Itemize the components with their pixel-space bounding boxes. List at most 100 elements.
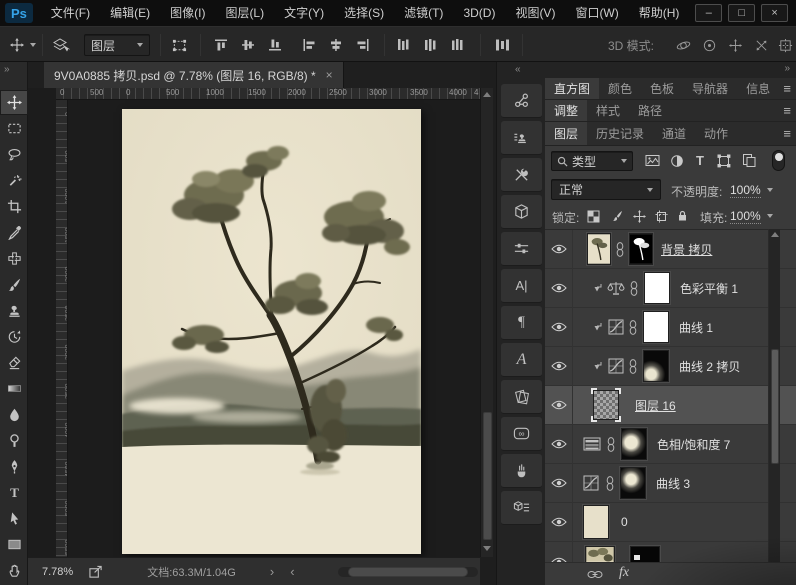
type-tool[interactable]: T [0, 480, 28, 505]
layer-mask-thumbnail[interactable] [620, 467, 646, 499]
menu-select[interactable]: 选择(S) [334, 0, 394, 26]
distribute-top-edges-icon[interactable] [396, 27, 410, 63]
clone-stamp-tool[interactable] [0, 298, 28, 323]
mask-link-icon[interactable] [629, 358, 637, 374]
panel-icon-character[interactable]: A| [501, 269, 542, 303]
layers-scrollbar[interactable] [768, 229, 780, 562]
tab-color[interactable]: 颜色 [599, 78, 641, 99]
eyedropper-tool[interactable] [0, 220, 28, 245]
layer-mask-thumbnail[interactable] [643, 350, 669, 382]
mask-link-icon[interactable] [607, 436, 615, 452]
layer-row[interactable]: 曲线 2 拷贝 [545, 346, 796, 386]
panel-icon-brush-settings[interactable] [501, 232, 542, 266]
layer-row[interactable]: 背景 拷贝 [545, 230, 796, 269]
blend-mode-dropdown[interactable]: 正常 [551, 179, 661, 200]
visibility-toggle[interactable] [545, 307, 573, 347]
hand-tool[interactable] [0, 558, 28, 583]
fill-value[interactable]: 100% [730, 209, 761, 224]
canvas-vscroll-thumb[interactable] [483, 412, 492, 540]
layer-name[interactable]: 图层 16 [635, 397, 676, 414]
visibility-toggle[interactable] [545, 385, 573, 425]
panel-icon-notes[interactable] [501, 380, 542, 414]
panel-menu-icon[interactable]: ≡ [783, 103, 791, 118]
eraser-tool[interactable] [0, 350, 28, 375]
align-right-edges-icon[interactable] [356, 27, 370, 63]
tab-styles[interactable]: 样式 [587, 100, 629, 121]
3d-rotate-icon[interactable] [676, 27, 691, 63]
3d-scale-icon[interactable] [778, 27, 793, 63]
layer-row-selected[interactable]: 图层 16 [545, 385, 796, 425]
lock-artboard-icon[interactable] [655, 210, 668, 223]
show-transform-controls-icon[interactable] [172, 27, 187, 63]
layer-filter-toggle[interactable] [772, 150, 785, 171]
tab-layers[interactable]: 图层 [545, 122, 588, 145]
mask-link-icon[interactable] [630, 280, 638, 296]
document-size-info[interactable]: 文档:63.3M/1.04G [147, 564, 236, 580]
caret-down-icon[interactable] [767, 214, 773, 218]
layer-name[interactable]: 色相/饱和度 7 [657, 436, 730, 453]
layer-thumbnail[interactable] [587, 233, 611, 265]
document-close-icon[interactable]: × [326, 68, 333, 82]
align-bottom-edges-icon[interactable] [268, 27, 282, 63]
tool-preset-caret-icon[interactable] [30, 27, 36, 63]
mask-link-icon[interactable] [616, 241, 624, 257]
gradient-tool[interactable] [0, 376, 28, 401]
layer-row-partial[interactable] [545, 542, 796, 562]
opacity-value[interactable]: 100% [730, 183, 761, 198]
layer-name[interactable]: 曲线 3 [656, 475, 690, 492]
panel-icon-brush-presets[interactable] [501, 454, 542, 488]
crop-tool[interactable] [0, 194, 28, 219]
layer-name[interactable]: 曲线 1 [679, 319, 713, 336]
panel-icon-libraries[interactable] [501, 84, 542, 118]
filter-kind-shape-icon[interactable] [717, 154, 731, 168]
visibility-toggle[interactable] [545, 268, 573, 308]
panel-menu-icon[interactable]: ≡ [783, 126, 791, 141]
layer-row[interactable]: 色彩平衡 1 [545, 268, 796, 308]
panel-icon-3d-properties[interactable] [501, 491, 542, 525]
filter-kind-pixel-icon[interactable] [645, 154, 660, 167]
menu-view[interactable]: 视图(V) [505, 0, 565, 26]
tab-adjustments[interactable]: 调整 [545, 100, 588, 121]
tab-paths[interactable]: 路径 [629, 100, 671, 121]
layer-mask-thumbnail[interactable] [621, 428, 647, 460]
document-tab[interactable]: 9V0A0885 拷贝.psd @ 7.78% (图层 16, RGB/8) *… [44, 62, 344, 88]
visibility-toggle[interactable] [545, 542, 573, 562]
maximize-button[interactable]: □ [728, 4, 756, 22]
lock-all-icon[interactable] [676, 209, 689, 222]
menu-image[interactable]: 图像(I) [160, 0, 215, 26]
layer-name[interactable]: 背景 拷贝 [661, 241, 712, 258]
layer-style-fx-icon[interactable]: fx [619, 565, 629, 581]
move-tool[interactable] [0, 90, 28, 115]
distribute-vertical-centers-icon[interactable] [423, 27, 437, 63]
filter-kind-type-icon[interactable]: T [696, 153, 704, 168]
export-icon[interactable] [89, 565, 103, 579]
3d-drag-icon[interactable] [728, 27, 743, 63]
align-vertical-centers-icon[interactable] [241, 27, 255, 63]
layer-row[interactable]: 0 [545, 502, 796, 542]
layer-thumbnail[interactable] [591, 388, 621, 422]
rectangle-tool[interactable] [0, 532, 28, 557]
visibility-toggle[interactable] [545, 230, 573, 269]
menu-3d[interactable]: 3D(D) [453, 0, 505, 26]
tab-info[interactable]: 信息 [737, 78, 779, 99]
brush-tool[interactable] [0, 272, 28, 297]
tab-swatches[interactable]: 色板 [641, 78, 683, 99]
menu-layer[interactable]: 图层(L) [215, 0, 274, 26]
mask-link-icon[interactable] [606, 475, 614, 491]
panel-icon-paragraph[interactable]: ¶ [501, 306, 542, 340]
zoom-level-field[interactable]: 7.78% [42, 566, 73, 578]
strip-collapse-icon[interactable]: « [515, 64, 521, 75]
tab-actions[interactable]: 动作 [695, 122, 737, 145]
blur-tool[interactable] [0, 402, 28, 427]
scroll-down-icon[interactable] [483, 546, 491, 551]
visibility-toggle[interactable] [545, 502, 573, 542]
canvas-image[interactable] [122, 109, 421, 554]
canvas-hscroll-thumb[interactable] [348, 567, 468, 577]
layer-mask-thumbnail[interactable] [630, 546, 660, 562]
status-next-icon[interactable]: › [270, 564, 274, 579]
visibility-toggle[interactable] [545, 424, 573, 464]
healing-patch-tool[interactable] [0, 246, 28, 271]
lasso-tool[interactable] [0, 142, 28, 167]
tab-histogram[interactable]: 直方图 [545, 78, 600, 99]
caret-down-icon[interactable] [767, 188, 773, 192]
